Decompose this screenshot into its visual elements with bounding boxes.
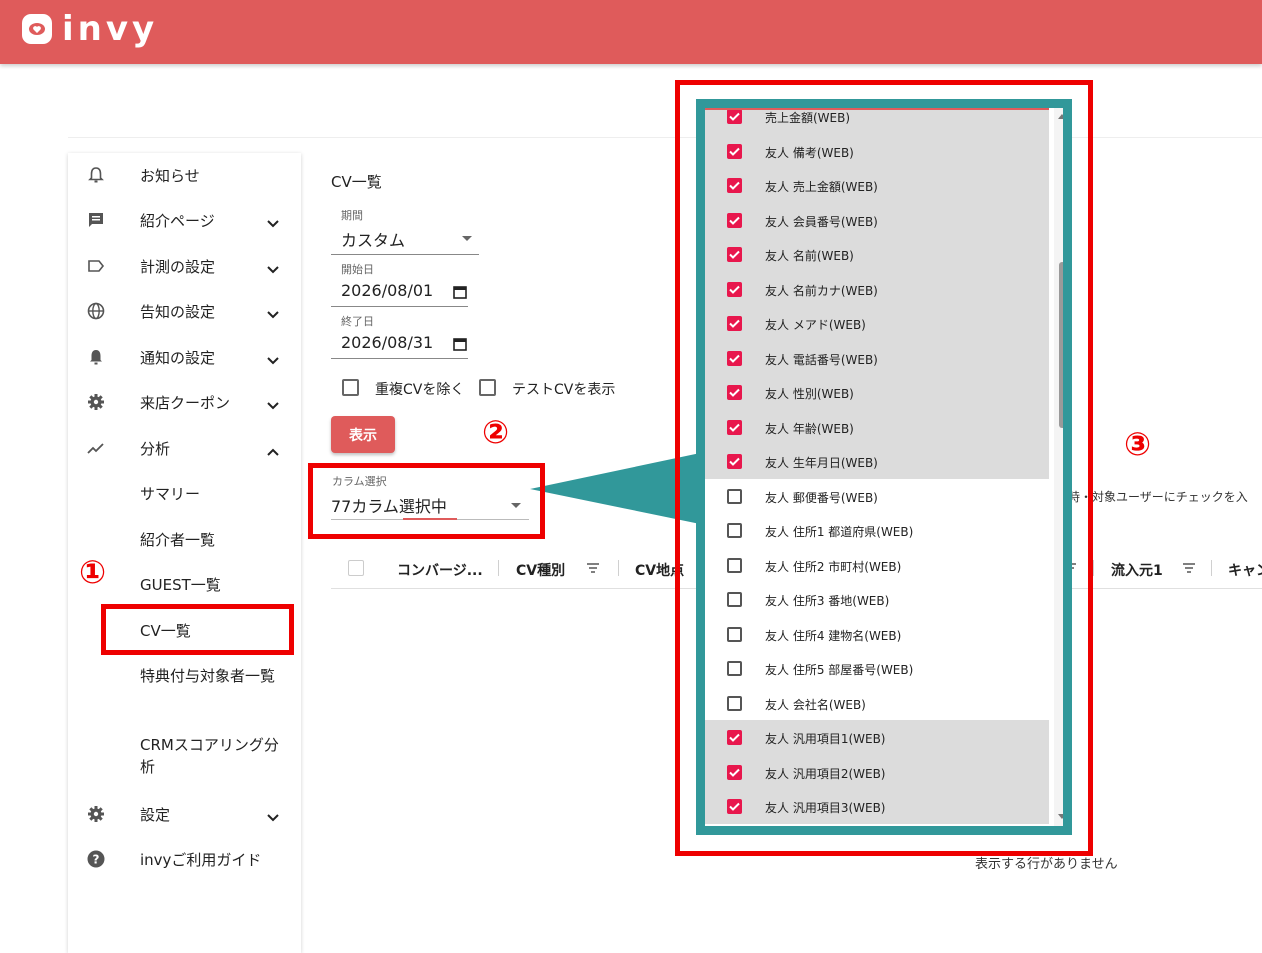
globe-icon <box>86 301 106 321</box>
annotation-badge-2: ② <box>482 413 510 451</box>
start-date-input[interactable]: 2026/08/01 <box>341 281 433 300</box>
column-header-conversion[interactable]: コンバージ... <box>397 560 483 580</box>
sidebar-item-label: 通知の設定 <box>140 349 216 367</box>
chevron-down-icon <box>266 305 280 319</box>
filter-icon[interactable] <box>586 560 600 579</box>
chevron-down-icon <box>266 396 280 410</box>
sidebar-item-guide[interactable]: ? invyご利用ガイド <box>68 839 301 879</box>
end-date-underline <box>331 358 468 359</box>
end-date-label: 終了日 <box>341 315 374 328</box>
filter-icon[interactable] <box>1182 560 1196 579</box>
annotation-box-cv-list <box>101 604 294 655</box>
bell-outline-icon <box>86 165 106 185</box>
sidebar-subitem-summary[interactable]: サマリー <box>140 483 200 505</box>
start-date-label: 開始日 <box>341 263 374 276</box>
annotation-badge-1: ① <box>79 553 107 591</box>
heart-logo-icon <box>22 14 52 44</box>
column-separator[interactable] <box>1211 560 1212 576</box>
annotation-box-dropdown <box>675 80 1093 856</box>
app-header: invy <box>0 0 1262 64</box>
test-cv-label: テストCVを表示 <box>512 382 616 398</box>
calendar-icon[interactable] <box>453 284 467 303</box>
chevron-up-icon <box>266 442 280 456</box>
chevron-down-icon <box>266 351 280 365</box>
logo[interactable]: invy <box>22 12 158 46</box>
column-separator[interactable] <box>1093 560 1094 576</box>
sidebar-item-notices[interactable]: お知らせ <box>68 155 301 195</box>
sidebar-item-announcement[interactable]: 告知の設定 <box>68 291 301 331</box>
svg-text:?: ? <box>93 853 100 867</box>
caret-down-icon <box>462 236 472 241</box>
show-button[interactable]: 表示 <box>331 416 395 453</box>
sidebar-subitem-crm-scoring[interactable]: CRMスコアリング分析 <box>140 734 280 778</box>
sidebar-item-label: invyご利用ガイド <box>140 851 262 869</box>
sidebar-item-label: 紹介ページ <box>140 212 215 230</box>
sidebar-item-label: 告知の設定 <box>140 303 216 321</box>
column-header-campaign[interactable]: キャン <box>1228 560 1262 580</box>
sidebar-subitem-guests[interactable]: GUEST一覧 <box>140 574 221 596</box>
sidebar-item-measurement[interactable]: 計測の設定 <box>68 246 301 286</box>
sidebar-item-coupon[interactable]: 来店クーポン <box>68 382 301 422</box>
chevron-down-icon <box>266 260 280 274</box>
column-separator[interactable] <box>498 560 499 576</box>
sidebar-item-label: 分析 <box>140 440 171 458</box>
column-separator[interactable] <box>618 560 619 576</box>
sidebar-item-analysis[interactable]: 分析 <box>68 428 301 468</box>
sidebar-item-label: 設定 <box>140 806 171 824</box>
annotation-box-column-select <box>308 463 545 539</box>
calendar-icon[interactable] <box>453 336 467 355</box>
annotation-badge-3: ③ <box>1124 425 1152 463</box>
dedupe-label: 重複CVを除く <box>375 382 465 398</box>
column-header-cv-type[interactable]: CV種別 <box>516 560 565 580</box>
bell-icon <box>86 347 106 367</box>
help-icon: ? <box>86 849 106 869</box>
select-all-checkbox[interactable] <box>348 560 364 576</box>
period-underline <box>331 254 479 255</box>
sidebar-item-settings[interactable]: 設定 <box>68 794 301 834</box>
sidebar-subitem-referrers[interactable]: 紹介者一覧 <box>140 529 215 551</box>
chevron-down-icon <box>266 214 280 228</box>
trend-icon <box>86 438 106 458</box>
column-header-source1[interactable]: 流入元1 <box>1111 560 1163 580</box>
sidebar-subitem-benefit-targets[interactable]: 特典付与対象者一覧 <box>140 665 280 687</box>
logo-text: invy <box>62 9 159 49</box>
start-date-underline <box>331 306 468 307</box>
sidebar-item-label: お知らせ <box>140 167 200 185</box>
page-title: CV一覧 <box>331 173 382 191</box>
period-select[interactable]: カスタム <box>341 227 405 251</box>
gear-icon <box>86 804 106 824</box>
message-icon <box>86 210 106 230</box>
sidebar-item-notification[interactable]: 通知の設定 <box>68 337 301 377</box>
hint-text: 時・対象ユーザーにチェックを入 <box>1068 490 1248 504</box>
sidebar-item-label: 計測の設定 <box>140 258 216 276</box>
label-icon <box>86 256 106 276</box>
end-date-input[interactable]: 2026/08/31 <box>341 333 433 352</box>
period-label: 期間 <box>341 209 363 222</box>
chevron-down-icon <box>266 808 280 822</box>
dedupe-checkbox[interactable] <box>342 379 359 396</box>
sidebar-item-label: 来店クーポン <box>140 394 231 412</box>
gear-icon <box>86 392 106 412</box>
test-cv-checkbox[interactable] <box>479 379 496 396</box>
sidebar-item-referral-page[interactable]: 紹介ページ <box>68 200 301 240</box>
